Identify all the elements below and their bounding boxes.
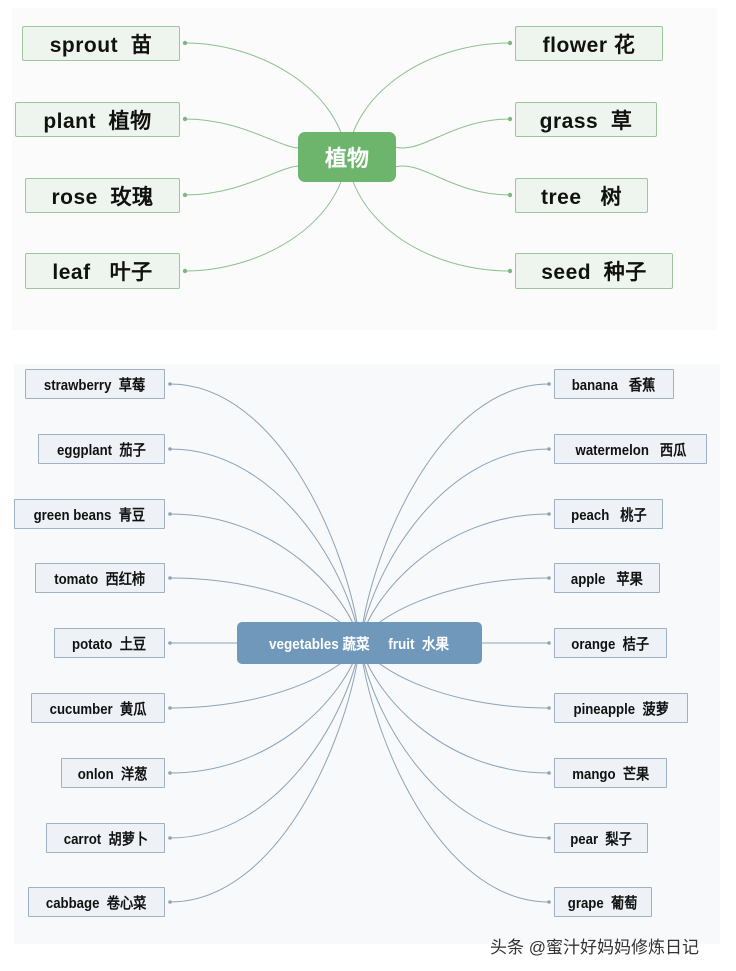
vegetable-node-eggplant: eggplant 茄子 [38,434,165,464]
fruit-node-banana: banana 香蕉 [554,369,674,399]
fruit-node-mango: mango 芒果 [554,758,667,788]
fruit-node-watermelon: watermelon 西瓜 [554,434,707,464]
fruit-label: pineapple 菠萝 [573,700,669,718]
vegetable-label: carrot 胡萝卜 [63,830,148,848]
plant-node-tree: tree 树 [515,178,648,213]
plant-node-leaf: leaf 叶子 [25,253,180,289]
plant-node-plant: plant 植物 [15,102,180,137]
fruit-node-peach: peach 桃子 [554,499,663,529]
fruit-node-pear: pear 梨子 [554,823,648,853]
fruit-node-grape: grape 葡萄 [554,887,652,917]
plant-node-flower: flower 花 [515,26,663,61]
plants-center-node: 植物 [298,132,396,182]
fruit-label: watermelon 西瓜 [575,441,686,459]
vegetable-node-potato: potato 土豆 [54,628,165,658]
vegetable-node-strawberry: strawberry 草莓 [25,369,165,399]
vegetable-label: onlon 洋葱 [78,765,148,783]
fruit-label: mango 芒果 [571,765,649,783]
plant-node-grass: grass 草 [515,102,657,137]
vegetable-label: cucumber 黄瓜 [49,700,147,718]
fruit-label: pear 梨子 [570,830,632,848]
fruit-node-apple: apple 苹果 [554,563,660,593]
vegetable-node-green-beans: green beans 青豆 [14,499,165,529]
fruit-label: peach 桃子 [570,506,647,524]
fruit-node-pineapple: pineapple 菠萝 [554,693,688,723]
plant-node-rose: rose 玫瑰 [25,178,180,213]
vegetable-node-cucumber: cucumber 黄瓜 [31,693,165,723]
watermark: 头条 @蜜汁好妈妈修炼日记 [490,938,699,957]
plant-node-seed: seed 种子 [515,253,673,289]
vegetable-label: cabbage 卷心菜 [46,894,147,912]
fruit-label: orange 桔子 [571,635,650,653]
fruit-label: grape 葡萄 [568,894,638,912]
food-center-label: vegetables 蔬菜 fruit 水果 [269,635,450,653]
vegetable-node-tomato: tomato 西红柿 [35,563,165,593]
fruit-label: banana 香蕉 [572,376,656,394]
vegetable-label: eggplant 茄子 [57,441,146,459]
fruit-label: apple 苹果 [571,570,643,588]
vegetable-label: green beans 青豆 [33,506,146,524]
vegetable-label: potato 土豆 [72,635,147,653]
vegetable-node-cabbage: cabbage 卷心菜 [28,887,165,917]
fruit-node-orange: orange 桔子 [554,628,667,658]
vegetable-label: tomato 西红柿 [54,570,146,588]
vegetable-node-onion: onlon 洋葱 [61,758,165,788]
vegetable-node-carrot: carrot 胡萝卜 [46,823,165,853]
food-center-node: vegetables 蔬菜 fruit 水果 [237,622,482,664]
plant-node-sprout: sprout 苗 [22,26,180,61]
vegetable-label: strawberry 草莓 [44,376,146,394]
